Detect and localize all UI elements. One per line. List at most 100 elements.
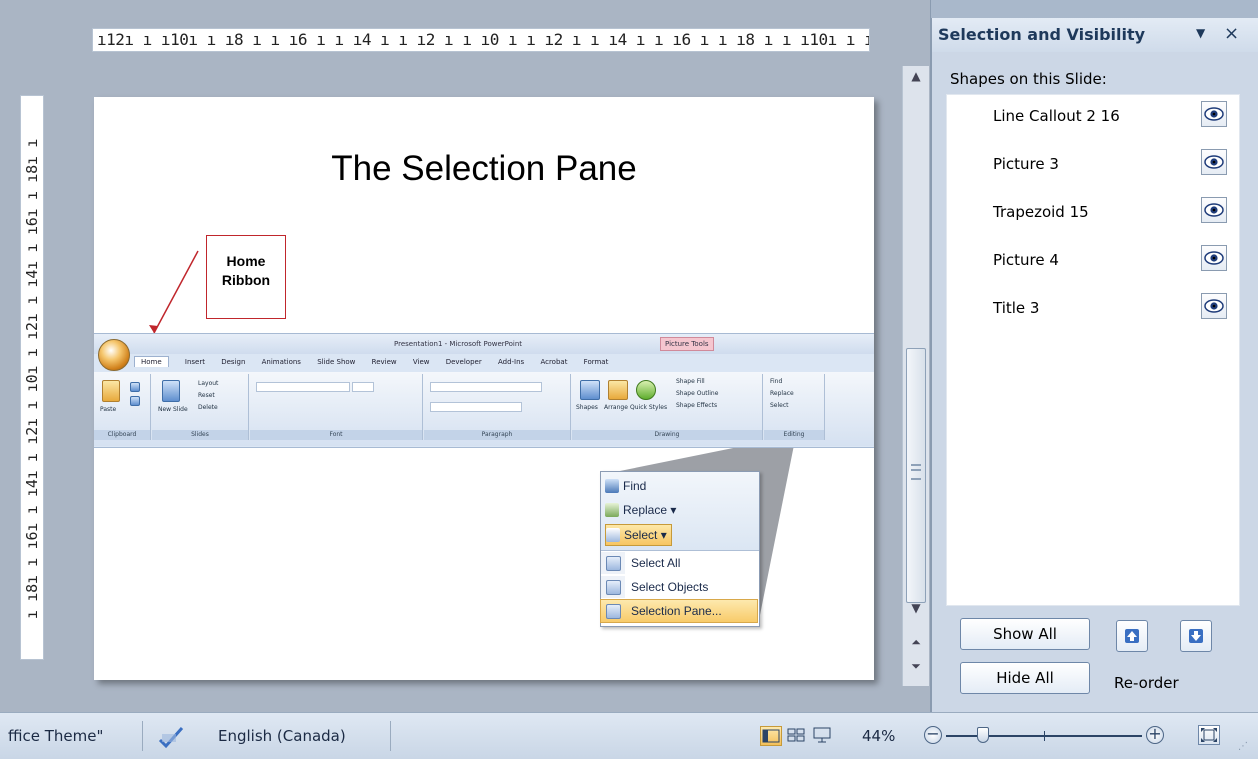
show-all-button[interactable]: Show All	[960, 618, 1090, 650]
zoom-find-row: Find	[605, 476, 646, 496]
zoom-replace-label: Replace	[623, 503, 668, 517]
ribbon-picture-tabs: Home Insert Design Animations Slide Show…	[134, 356, 622, 370]
ribbon-picture-title: Presentation1 - Microsoft PowerPoint	[394, 340, 523, 348]
shape-list[interactable]: Line Callout 2 16 Picture 3 Trapezoid 15…	[946, 94, 1240, 606]
zoom-select-row: Select ▾	[605, 524, 672, 546]
font-name-box	[256, 382, 350, 392]
shape-item[interactable]: Title 3	[947, 287, 1239, 335]
zoom-center-tick	[1044, 731, 1045, 741]
find-label: Find	[770, 378, 783, 385]
status-bar: ffice Theme" English (Canada) 44% − + ⋰	[0, 712, 1258, 759]
selection-visibility-pane: Selection and Visibility ▼ × Shapes on t…	[931, 18, 1258, 712]
slide-canvas[interactable]: The Selection Pane Home Ribbon Presentat…	[94, 97, 874, 680]
visibility-toggle-eye-icon[interactable]	[1201, 245, 1227, 271]
vertical-ruler: ı ı8ı ı ı6ı ı ı4ı ı ı2ı ı ı0ı ı ı2ı ı ı4…	[20, 95, 44, 660]
shape-item[interactable]: Picture 4	[947, 239, 1239, 287]
menu-item-select-all[interactable]: Select All	[601, 552, 757, 574]
ribbon-group-slides: New Slide Layout Reset Delete Slides	[152, 374, 249, 440]
ribbon-group-drawing: Shapes Arrange Quick Styles Shape Fill S…	[572, 374, 763, 440]
horizontal-ruler: ı12ı ı ı10ı ı ı8 ı ı ı6 ı ı ı4 ı ı ı2 ı …	[92, 28, 870, 52]
zoom-select-label: Select	[624, 528, 658, 542]
shape-outline-label: Shape Outline	[676, 390, 719, 397]
cut-icon	[130, 382, 140, 392]
copy-icon	[130, 396, 140, 406]
move-down-button[interactable]	[1180, 620, 1212, 652]
hide-all-button[interactable]: Hide All	[960, 662, 1090, 694]
shape-item-name: Line Callout 2 16	[993, 107, 1120, 125]
select-all-label: Select All	[631, 556, 681, 570]
visibility-toggle-eye-icon[interactable]	[1201, 149, 1227, 175]
move-up-button[interactable]	[1116, 620, 1148, 652]
pane-options-dropdown[interactable]: ▼	[1196, 26, 1205, 40]
zoom-thumb[interactable]	[977, 727, 990, 743]
pane-close-button[interactable]: ×	[1224, 23, 1239, 44]
font-format-row	[256, 402, 406, 410]
arrow-down-icon	[1189, 629, 1203, 643]
zoom-slider[interactable]: − +	[924, 725, 1186, 747]
reorder-label: Re-order	[1114, 674, 1179, 692]
shape-item[interactable]: Trapezoid 15	[947, 191, 1239, 239]
resize-grip-icon[interactable]: ⋰	[1238, 741, 1252, 755]
layout-label: Layout	[198, 380, 219, 387]
zoomed-select-menu[interactable]: Find Replace ▾ Select ▾ Select All Selec…	[600, 471, 760, 627]
shape-item[interactable]: Picture 3	[947, 143, 1239, 191]
visibility-toggle-eye-icon[interactable]	[1201, 101, 1227, 127]
previous-slide-button[interactable]: ⏶	[903, 632, 929, 652]
ribbon-tab-view: View	[412, 358, 430, 366]
ribbon-tab-animations: Animations	[261, 358, 301, 366]
new-slide-icon	[162, 380, 180, 402]
shape-effects-label: Shape Effects	[676, 402, 718, 409]
shape-fill-label: Shape Fill	[676, 378, 705, 385]
replace-label: Replace	[770, 390, 794, 397]
visibility-toggle-eye-icon[interactable]	[1201, 293, 1227, 319]
reset-label: Reset	[198, 392, 215, 399]
slide-show-view-button[interactable]	[812, 726, 834, 746]
language-indicator[interactable]: English (Canada)	[218, 713, 346, 759]
scroll-up-arrow[interactable]: ▲	[903, 66, 929, 86]
ribbon-tab-add-ins: Add-Ins	[497, 358, 525, 366]
menu-item-select-objects[interactable]: Select Objects	[601, 576, 757, 598]
theme-name[interactable]: ffice Theme"	[8, 713, 103, 759]
binoculars-icon	[605, 479, 619, 493]
slide-editing-area: ı12ı ı ı10ı ı ı8 ı ı ı6 ı ı ı4 ı ı ı2 ı …	[0, 0, 931, 712]
arrange-icon	[608, 380, 628, 400]
quick-styles-icon	[636, 380, 656, 400]
delete-label: Delete	[198, 404, 218, 411]
shapes-label: Shapes	[576, 404, 598, 411]
menu-item-selection-pane[interactable]: Selection Pane...	[600, 599, 758, 623]
next-slide-button[interactable]: ⏷	[903, 656, 929, 676]
new-slide-label: New Slide	[158, 406, 188, 413]
picture-tools-context-tab: Picture Tools	[660, 337, 714, 351]
ribbon-tab-acrobat: Acrobat	[540, 358, 568, 366]
pane-header: Selection and Visibility ▼ ×	[932, 18, 1258, 52]
select-dropdown-arrow: ▾	[657, 528, 667, 542]
zoom-level[interactable]: 44%	[862, 713, 895, 759]
scroll-thumb[interactable]	[906, 348, 926, 603]
slide-title[interactable]: The Selection Pane	[94, 149, 874, 189]
ribbon-picture[interactable]: Presentation1 - Microsoft PowerPoint Pic…	[94, 333, 874, 448]
zoom-out-button[interactable]: −	[924, 726, 942, 744]
callout-line-2: Ribbon	[221, 272, 271, 288]
visibility-toggle-eye-icon[interactable]	[1201, 197, 1227, 223]
normal-view-button[interactable]	[760, 726, 782, 746]
scroll-down-arrow[interactable]: ▼	[903, 598, 929, 618]
ribbon-tab-insert: Insert	[184, 358, 205, 366]
selection-pane-label: Selection Pane...	[631, 604, 722, 618]
zoom-in-button[interactable]: +	[1146, 726, 1164, 744]
shape-item[interactable]: Line Callout 2 16	[947, 95, 1239, 143]
select-objects-icon	[605, 580, 621, 595]
shape-item-name: Picture 3	[993, 155, 1059, 173]
slide-sorter-view-button[interactable]	[786, 726, 808, 746]
fit-to-window-button[interactable]	[1198, 725, 1220, 745]
shape-item-name: Title 3	[993, 299, 1040, 317]
paste-icon	[102, 380, 120, 402]
zoom-replace-row: Replace ▾	[605, 500, 676, 520]
home-ribbon-callout[interactable]: Home Ribbon	[206, 235, 286, 319]
vertical-scrollbar[interactable]: ▲ ▼ ⏶ ⏷	[902, 66, 929, 686]
ribbon-tab-review: Review	[371, 358, 397, 366]
callout-leader-line	[153, 250, 199, 334]
shapes-icon	[580, 380, 600, 400]
ribbon-tab-slide-show: Slide Show	[317, 358, 356, 366]
cursor-icon	[606, 528, 620, 542]
spell-check-icon[interactable]	[156, 713, 186, 759]
